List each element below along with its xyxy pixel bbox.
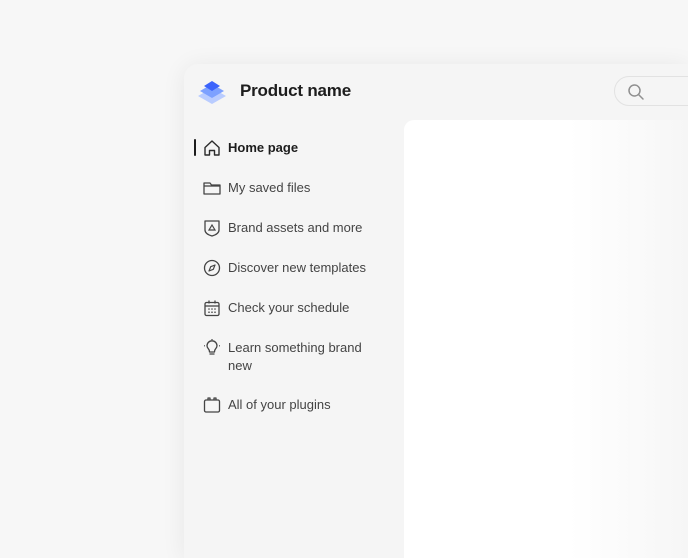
brand-shield-icon: [202, 218, 222, 238]
nav-item-brand-assets[interactable]: Brand assets and more: [184, 210, 404, 246]
nav-item-label: Brand assets and more: [228, 220, 363, 235]
plugin-icon: [202, 395, 222, 415]
nav-item-templates[interactable]: Discover new templates: [184, 250, 404, 286]
nav-item-label: Home page: [228, 140, 299, 155]
main-content-panel: [404, 120, 688, 558]
app-window: Product name Home page My saved files Br…: [184, 64, 688, 558]
nav-item-home[interactable]: Home page: [184, 130, 404, 166]
nav-item-label: Learn something brand new: [228, 340, 362, 373]
app-header: Product name: [184, 64, 688, 120]
product-logo-icon[interactable]: [196, 76, 228, 108]
nav-item-label: Check your schedule: [228, 300, 350, 315]
folder-icon: [202, 178, 222, 198]
nav-item-learn[interactable]: Learn something brand new: [184, 330, 404, 383]
nav-item-plugins[interactable]: All of your plugins: [184, 387, 404, 423]
nav-item-schedule[interactable]: Check your schedule: [184, 290, 404, 326]
lightbulb-icon: [202, 338, 222, 358]
search-icon: [627, 83, 644, 100]
nav-item-label: Discover new templates: [228, 260, 366, 275]
home-icon: [202, 138, 222, 158]
search-field[interactable]: [614, 76, 688, 106]
compass-icon: [202, 258, 222, 278]
nav-item-saved-files[interactable]: My saved files: [184, 170, 404, 206]
side-navigation: Home page My saved files Brand assets an…: [184, 130, 404, 427]
nav-item-label: My saved files: [228, 180, 311, 195]
product-name: Product name: [240, 81, 351, 100]
nav-item-label: All of your plugins: [228, 397, 331, 412]
calendar-icon: [202, 298, 222, 318]
